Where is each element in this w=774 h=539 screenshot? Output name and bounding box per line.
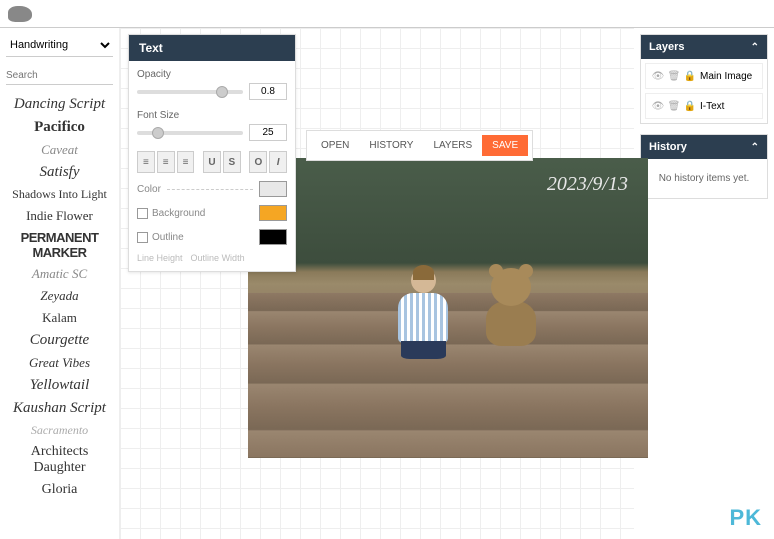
font-item[interactable]: Zeyada: [6, 285, 113, 307]
layer-item[interactable]: 👁 🗑 🔒 I-Text: [645, 93, 763, 119]
underline-button[interactable]: U: [203, 151, 221, 173]
font-item[interactable]: Amatic SC: [6, 263, 113, 285]
background-swatch[interactable]: [259, 205, 287, 221]
opacity-label: Opacity: [137, 69, 287, 80]
watermark: PK: [729, 505, 762, 531]
outlinewidth-label: Outline Width: [191, 253, 245, 263]
outline-checkbox[interactable]: [137, 232, 148, 243]
layer-item[interactable]: 👁 🗑 🔒 Main Image: [645, 63, 763, 89]
font-item[interactable]: Dancing Script: [6, 93, 113, 116]
italic-button[interactable]: I: [269, 151, 287, 173]
font-item[interactable]: Indie Flower: [6, 205, 113, 227]
opacity-input[interactable]: [249, 83, 287, 100]
color-label: Color: [137, 184, 161, 195]
lock-icon[interactable]: 🔒: [684, 70, 696, 82]
font-item[interactable]: Great Vibes: [6, 352, 113, 374]
main-toolbar: OPEN HISTORY LAYERS SAVE: [306, 130, 533, 161]
layer-label: Main Image: [700, 71, 752, 82]
outline-swatch[interactable]: [259, 229, 287, 245]
outline-label: Outline: [152, 232, 184, 243]
font-item[interactable]: Yellowtail: [6, 374, 113, 397]
collapse-icon[interactable]: ⌃: [751, 42, 759, 53]
font-item[interactable]: Gloria: [6, 479, 113, 501]
font-item[interactable]: Pacifico: [6, 116, 113, 139]
canvas-image[interactable]: 2023/9/13: [248, 158, 648, 458]
history-empty-text: No history items yet.: [641, 159, 767, 198]
app-logo: [8, 6, 32, 22]
trash-icon[interactable]: 🗑: [668, 70, 680, 82]
history-title: History: [649, 141, 687, 153]
opacity-slider[interactable]: [137, 90, 243, 94]
background-checkbox[interactable]: [137, 208, 148, 219]
font-item[interactable]: Sacramento: [6, 420, 113, 441]
strikethrough-button[interactable]: S: [223, 151, 241, 173]
font-search-input[interactable]: [6, 67, 113, 85]
text-panel-title: Text: [129, 35, 295, 61]
background-label: Background: [152, 208, 205, 219]
font-item[interactable]: Courgette: [6, 329, 113, 352]
font-category-select[interactable]: Handwriting: [6, 34, 113, 57]
layer-label: I-Text: [700, 101, 724, 112]
lineheight-label: Line Height: [137, 253, 183, 263]
fontsize-input[interactable]: [249, 124, 287, 141]
lock-icon[interactable]: 🔒: [684, 100, 696, 112]
font-sidebar: Handwriting Dancing Script Pacifico Cave…: [0, 28, 120, 539]
fontsize-slider[interactable]: [137, 131, 243, 135]
align-center-button[interactable]: ≡: [157, 151, 175, 173]
layers-title: Layers: [649, 41, 684, 53]
font-item[interactable]: Satisfy: [6, 161, 113, 184]
canvas-area[interactable]: Text Opacity Font Size: [120, 28, 634, 539]
eye-icon[interactable]: 👁: [652, 100, 664, 112]
font-item[interactable]: Shadows Into Light: [6, 184, 113, 205]
layers-button[interactable]: LAYERS: [423, 135, 482, 156]
text-panel: Text Opacity Font Size: [128, 34, 296, 272]
fontsize-label: Font Size: [137, 110, 287, 121]
layers-panel: Layers ⌃ 👁 🗑 🔒 Main Image 👁 🗑 🔒 I-Text: [640, 34, 768, 124]
align-left-button[interactable]: ≡: [137, 151, 155, 173]
collapse-icon[interactable]: ⌃: [751, 142, 759, 153]
save-button[interactable]: SAVE: [482, 135, 528, 156]
align-right-button[interactable]: ≡: [177, 151, 195, 173]
history-panel: History ⌃ No history items yet.: [640, 134, 768, 199]
open-button[interactable]: OPEN: [311, 135, 359, 156]
eye-icon[interactable]: 👁: [652, 70, 664, 82]
color-swatch[interactable]: [259, 181, 287, 197]
history-button[interactable]: HISTORY: [359, 135, 423, 156]
font-item[interactable]: Kaushan Script: [6, 397, 113, 420]
font-item[interactable]: Kalam: [6, 307, 113, 329]
font-item[interactable]: Architects Daughter: [6, 441, 113, 479]
trash-icon[interactable]: 🗑: [668, 100, 680, 112]
font-item[interactable]: Permanent Marker: [6, 227, 113, 263]
canvas-text-overlay[interactable]: 2023/9/13: [547, 173, 628, 196]
overline-button[interactable]: O: [249, 151, 267, 173]
font-list: Dancing Script Pacifico Caveat Satisfy S…: [6, 93, 113, 533]
font-item[interactable]: Caveat: [6, 139, 113, 161]
